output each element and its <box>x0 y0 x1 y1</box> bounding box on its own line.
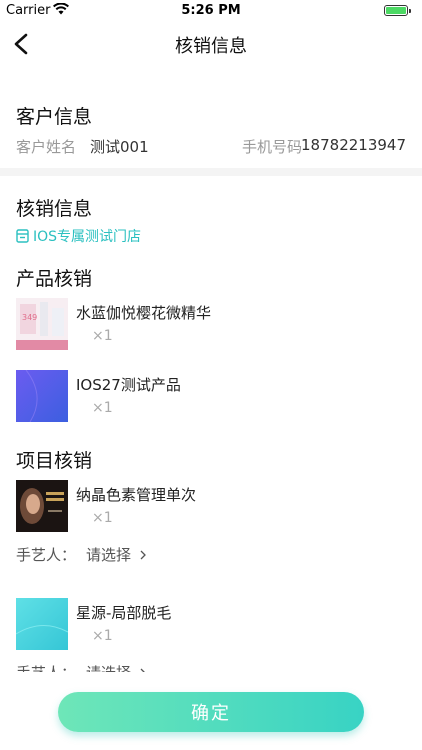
customer-name-label: 客户姓名 <box>16 138 77 156</box>
store-icon <box>16 229 29 243</box>
product-quantity: ×1 <box>92 400 113 416</box>
project-item[interactable]: 星源-局部脱毛 ×1 <box>16 598 406 652</box>
product-quantity: ×1 <box>92 328 113 344</box>
project-thumbnail <box>16 598 68 650</box>
product-item[interactable]: 349 水蓝伽悦樱花微精华 ×1 <box>16 298 406 352</box>
project-name: 纳晶色素管理单次 <box>76 486 197 504</box>
store-row: IOS专属测试门店 <box>16 226 141 246</box>
status-bar: Carrier 5:26 PM <box>0 0 422 22</box>
product-item[interactable]: IOS27测试产品 ×1 <box>16 370 406 424</box>
section-divider <box>0 168 422 176</box>
page-title: 核销信息 <box>175 36 247 57</box>
customer-name-value: 测试001 <box>90 138 149 156</box>
chevron-right-icon <box>140 550 146 560</box>
phone-value: 18782213947 <box>301 136 406 154</box>
products-section-title: 产品核销 <box>16 268 93 290</box>
product-thumbnail: 349 <box>16 298 68 350</box>
store-name: IOS专属测试门店 <box>33 229 142 245</box>
customer-info-row: 客户姓名 测试001 手机号码 18782213947 <box>16 136 406 156</box>
project-thumbnail <box>16 480 68 532</box>
project-quantity: ×1 <box>92 628 113 644</box>
battery-icon <box>384 5 411 16</box>
artisan-label: 手艺人： <box>16 546 77 564</box>
phone-label: 手机号码 <box>242 138 303 156</box>
project-quantity: ×1 <box>92 510 113 526</box>
artisan-select[interactable]: 请选择 <box>86 544 148 565</box>
project-item[interactable]: 纳晶色素管理单次 ×1 <box>16 480 406 534</box>
project-name: 星源-局部脱毛 <box>76 604 172 622</box>
customer-section-title: 客户信息 <box>16 106 93 128</box>
clock-time: 5:26 PM <box>181 3 241 18</box>
navigation-bar: 核销信息 <box>0 22 422 66</box>
writeoff-section-title: 核销信息 <box>16 198 93 220</box>
battery-level-fill <box>386 7 406 14</box>
projects-section-title: 项目核销 <box>16 450 93 472</box>
svg-text:349: 349 <box>22 313 37 322</box>
artisan-row: 手艺人： 请选择 <box>16 544 146 565</box>
product-name: 水蓝伽悦樱花微精华 <box>76 304 212 322</box>
product-name: IOS27测试产品 <box>76 376 181 394</box>
bottom-bar: 确定 <box>0 672 422 750</box>
product-thumbnail <box>16 370 68 422</box>
artisan-select-label: 请选择 <box>86 546 132 564</box>
confirm-button[interactable]: 确定 <box>58 692 364 732</box>
